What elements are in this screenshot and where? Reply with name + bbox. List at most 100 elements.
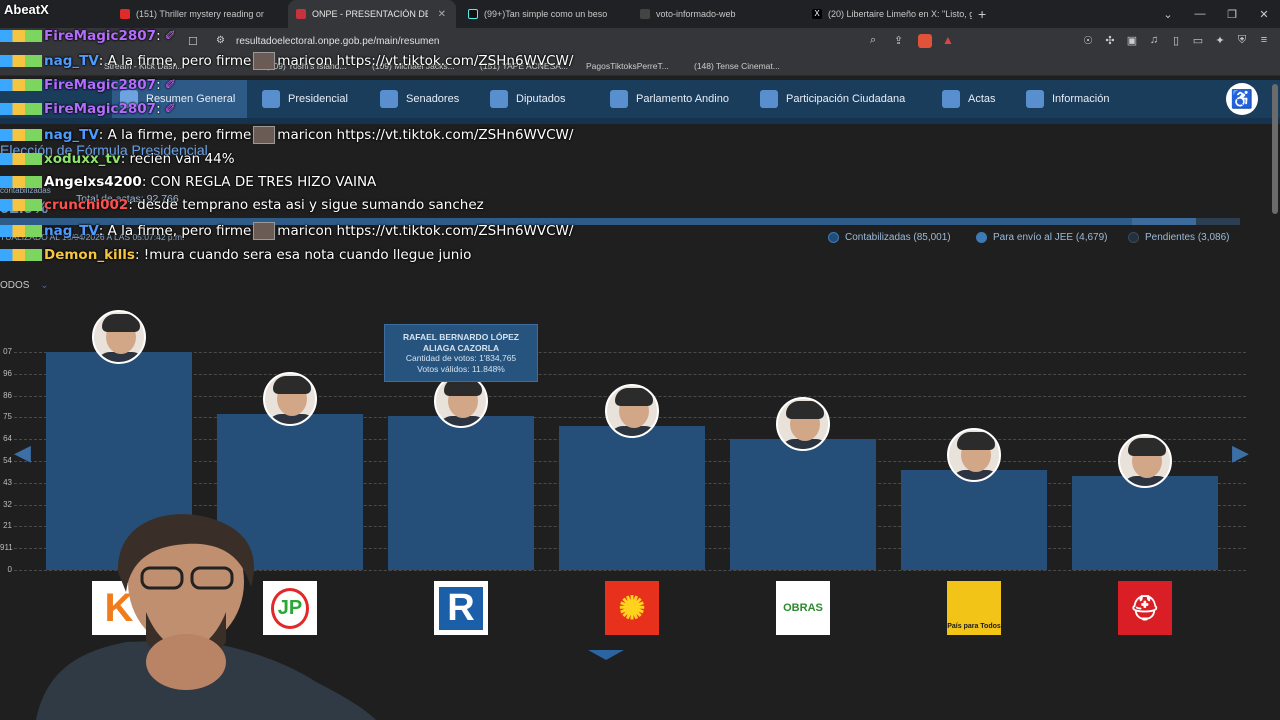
- close-window-icon[interactable]: ✕: [1248, 8, 1280, 21]
- candidate-bar[interactable]: [901, 469, 1047, 570]
- candidate-photo[interactable]: [947, 427, 1001, 482]
- chat-message: crunchi002: desde temprano esta asi y si…: [0, 197, 484, 213]
- filter-label: ODOS: [0, 280, 30, 291]
- chat-username[interactable]: xoduxx_tv: [44, 151, 121, 167]
- chat-username[interactable]: Demon_kills: [44, 247, 135, 263]
- chat-badges-icon: [0, 79, 42, 91]
- minimize-icon[interactable]: —: [1184, 8, 1216, 20]
- legend-contabilizadas: Contabilizadas (85,001): [828, 232, 951, 243]
- brave-rewards-icon[interactable]: ▲: [942, 33, 954, 47]
- globe-icon: [610, 90, 628, 108]
- chat-username[interactable]: nag_TV: [44, 223, 99, 239]
- y-tick-label: 96: [3, 368, 12, 378]
- scroll-down-icon[interactable]: [588, 650, 624, 660]
- window-controls: ⌄ — ❐ ✕: [1152, 0, 1280, 28]
- legend-pendientes: Pendientes (3,086): [1128, 232, 1230, 243]
- chat-message: Angelxs4200: CON REGLA DE TRES HIZO VAIN…: [0, 174, 376, 190]
- shield-icon[interactable]: ⛨: [1234, 34, 1250, 47]
- chat-text: : A la firme, pero firme: [98, 127, 252, 143]
- chat-badges-icon: [0, 176, 42, 188]
- nav-item-actas[interactable]: Actas: [942, 89, 996, 109]
- legend-label: Pendientes (3,086): [1145, 232, 1230, 243]
- chat-username[interactable]: Angelxs4200: [44, 174, 142, 190]
- candidate-photo[interactable]: [434, 374, 488, 429]
- sidebar-icon[interactable]: ▯: [1168, 34, 1184, 47]
- extension-icon[interactable]: ☉: [1080, 34, 1096, 47]
- y-tick-label: 43: [3, 477, 12, 487]
- ai-icon[interactable]: ✦: [1212, 34, 1228, 47]
- chat-username[interactable]: FireMagic2807: [44, 77, 156, 93]
- restore-icon[interactable]: ❐: [1216, 8, 1248, 21]
- obras-logo[interactable]: OBRAS: [776, 581, 830, 635]
- chat-text: : desde temprano esta asi y sigue sumand…: [128, 197, 484, 213]
- checklist-icon: [942, 90, 960, 108]
- candidate-photo[interactable]: [776, 397, 830, 452]
- puzzle-icon[interactable]: ✣: [1102, 34, 1118, 47]
- candidate-bar[interactable]: [1072, 476, 1218, 570]
- zoom-icon[interactable]: ⌕: [870, 34, 876, 47]
- wallet-icon[interactable]: ▭: [1190, 34, 1206, 47]
- brave-shield-icon[interactable]: [918, 34, 932, 48]
- grid-line: [14, 352, 1246, 353]
- chat-message: nag_TV: A la firme, pero firme maricon ht…: [0, 126, 573, 144]
- filter-dropdown[interactable]: ODOS ⌄: [0, 280, 49, 291]
- pais-para-todos-logo[interactable]: País para Todos: [947, 581, 1001, 635]
- chat-link[interactable]: maricon https://vt.tiktok.com/ZSHn6WVCW/: [277, 223, 573, 239]
- chart-next-arrow-icon[interactable]: ▶: [1232, 440, 1249, 466]
- candidate-bar[interactable]: [730, 439, 876, 570]
- browser-tab[interactable]: X (20) Libertaire Limeño en X: "Listo, g…: [804, 0, 972, 28]
- menu-icon[interactable]: ≡: [1256, 34, 1272, 47]
- chat-message: Demon_kills: !mura cuando sera esa nota …: [0, 247, 471, 263]
- y-tick-label: 64: [3, 434, 12, 444]
- chat-emote-icon: [253, 222, 276, 240]
- share-icon[interactable]: ⇪: [894, 34, 903, 47]
- nav-item-parlamento-andino[interactable]: Parlamento Andino: [610, 89, 729, 109]
- x-logo-icon: X: [812, 9, 822, 19]
- chat-badges-icon: [0, 199, 42, 211]
- chat-username[interactable]: FireMagic2807: [44, 28, 156, 44]
- chart-prev-arrow-icon[interactable]: ◀: [14, 440, 31, 466]
- chat-username[interactable]: FireMagic2807: [44, 101, 156, 117]
- candidate-photo[interactable]: [92, 310, 146, 364]
- bookmark-item[interactable]: (148) Tense Cinemat...: [694, 61, 780, 71]
- chat-badges-icon: [0, 129, 42, 141]
- chat-username[interactable]: nag_TV: [44, 53, 99, 69]
- nav-label: Parlamento Andino: [636, 93, 729, 105]
- chat-text: : !mura cuando sera esa nota cuando lleg…: [134, 247, 472, 263]
- accessibility-icon[interactable]: ♿: [1226, 83, 1258, 115]
- chat-message: FireMagic2807: ✐: [0, 77, 176, 93]
- candidate-tooltip: RAFAEL BERNARDO LÓPEZ ALIAGA CAZORLA Can…: [384, 324, 538, 382]
- legend-label: Contabilizadas (85,001): [845, 232, 951, 243]
- tab-title: voto-informado-web: [656, 9, 736, 19]
- candidate-photo[interactable]: [605, 384, 659, 439]
- chat-badges-icon: [0, 55, 42, 67]
- candidate-bar[interactable]: [559, 426, 705, 570]
- chat-username[interactable]: crunchi002: [44, 197, 128, 213]
- browser-tab[interactable]: voto-informado-web: [632, 0, 800, 28]
- y-tick-label: 54: [3, 456, 12, 465]
- candidate-bar[interactable]: [388, 416, 534, 570]
- chat-message: nag_TV: A la firme, pero firme maricon ht…: [0, 52, 573, 70]
- y-tick-label: 07: [3, 347, 12, 356]
- new-tab-button[interactable]: +: [978, 6, 986, 22]
- chat-link[interactable]: maricon https://vt.tiktok.com/ZSHn6WVCW/: [277, 53, 573, 69]
- chat-username[interactable]: nag_TV: [44, 127, 99, 143]
- music-icon[interactable]: ♫: [1146, 34, 1162, 47]
- nav-item-informacion[interactable]: Información: [1026, 89, 1109, 109]
- nav-label: Información: [1052, 93, 1110, 105]
- screenshot-icon[interactable]: ▣: [1124, 34, 1140, 47]
- chat-emote-icon: [253, 52, 276, 70]
- renovacion-popular-logo[interactable]: R: [434, 581, 488, 635]
- candidate-photo[interactable]: [1118, 434, 1172, 489]
- tab-search-icon[interactable]: ⌄: [1152, 8, 1184, 21]
- screen: (151) Thriller mystery reading or ONPE -…: [0, 0, 1280, 720]
- partido-roble-logo[interactable]: ⛑: [1118, 581, 1172, 635]
- chat-link[interactable]: maricon https://vt.tiktok.com/ZSHn6WVCW/: [277, 127, 573, 143]
- nav-item-participacion-ciudadana[interactable]: Participación Ciudadana: [760, 89, 905, 109]
- partido-sol-logo[interactable]: ✺: [605, 581, 659, 635]
- page-scrollbar[interactable]: [1272, 84, 1278, 214]
- tooltip-votes: Cantidad de votos: 1'834,765: [405, 353, 517, 363]
- chat-badges-icon: [0, 225, 42, 237]
- candidate-photo[interactable]: [263, 372, 317, 427]
- chat-text: : recien van 44%: [120, 151, 235, 167]
